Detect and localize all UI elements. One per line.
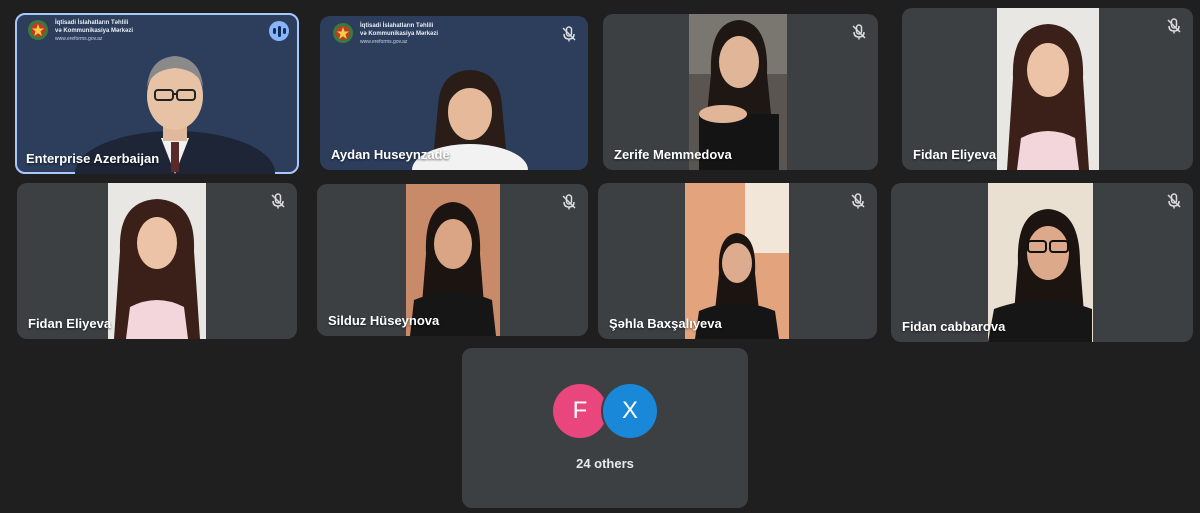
mic-off-icon	[852, 24, 866, 40]
org-name-line2: və Kommunikasiya Mərkəzi	[55, 28, 134, 34]
participant-tile-silduz-huseynova[interactable]: Silduz Hüseynova	[317, 184, 588, 336]
mic-off-icon	[851, 193, 865, 209]
participant-tile-fidan-eliyeva-1[interactable]: Fidan Eliyeva	[902, 8, 1193, 170]
participant-tile-fidan-eliyeva-2[interactable]: Fidan Eliyeva	[17, 183, 297, 339]
mic-off-icon	[1167, 18, 1181, 34]
participant-tile-fidan-cabbarova[interactable]: Fidan cabbarova	[891, 183, 1193, 342]
org-name-line1: İqtisadi İslahatların Təhlili	[360, 23, 434, 29]
speaking-indicator-icon	[269, 21, 289, 41]
mic-off-icon	[1167, 193, 1181, 209]
participant-name: Zerife Memmedova	[614, 147, 732, 162]
mic-off-icon	[562, 194, 576, 210]
org-logo: İqtisadi İslahatların Təhlili və Kommuni…	[332, 22, 438, 46]
emblem-icon	[28, 20, 48, 40]
participant-video	[108, 183, 206, 339]
participant-name: Şəhla Baxşalıyeva	[609, 316, 722, 331]
participant-video	[997, 8, 1099, 170]
org-name-line1: İqtisadi İslahatların Təhlili	[55, 20, 129, 26]
participant-tile-zerife-memmedova[interactable]: Zerife Memmedova	[603, 14, 878, 170]
mic-off-icon	[562, 26, 576, 42]
avatar-x: X	[603, 384, 657, 438]
participant-name: Silduz Hüseynova	[328, 313, 440, 328]
others-count-label: 24 others	[576, 456, 634, 471]
mic-off-icon	[271, 193, 285, 209]
others-tile[interactable]: F X 24 others	[462, 348, 748, 508]
emblem-icon	[333, 23, 353, 43]
org-url: www.ereforms.gov.az	[360, 39, 408, 45]
participant-name: Fidan Eliyeva	[913, 147, 997, 162]
participant-name: Enterprise Azerbaijan	[26, 151, 160, 166]
participant-tile-aydan-huseynzade[interactable]: İqtisadi İslahatların Təhlili və Kommuni…	[320, 16, 588, 170]
participant-tile-enterprise-azerbaijan[interactable]: İqtisadi İslahatların Təhlili və Kommuni…	[15, 13, 299, 174]
avatar-f: F	[553, 384, 607, 438]
participant-name: Fidan cabbarova	[902, 319, 1006, 334]
participant-name: Fidan Eliyeva	[28, 316, 112, 331]
org-name-line2: və Kommunikasiya Mərkəzi	[360, 31, 439, 37]
participant-tile-sehla-baxsaliyeva[interactable]: Şəhla Baxşalıyeva	[598, 183, 877, 339]
participant-name: Aydan Huseynzade	[331, 147, 450, 162]
